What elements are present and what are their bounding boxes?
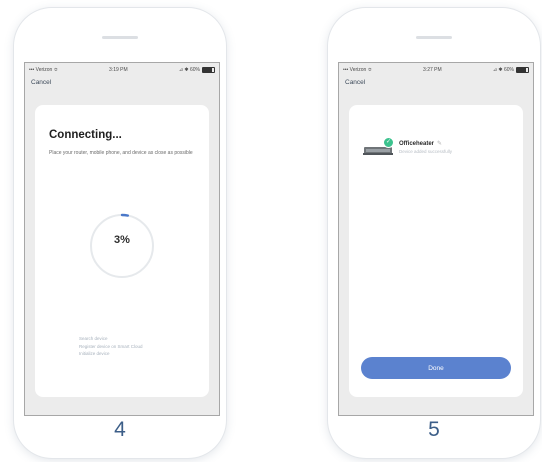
progress-track (90, 214, 154, 278)
edit-icon[interactable]: ✎ (437, 141, 442, 147)
progress-percent: 3% (114, 234, 130, 246)
progress-ring (89, 213, 155, 279)
cancel-button[interactable]: Cancel (345, 79, 365, 86)
phone-screen: ••• Verizon ≎ 3:19 PM ⊿ ✱ 60% Cancel Con… (24, 62, 220, 416)
status-time: 3:27 PM (423, 67, 442, 73)
battery-icon (201, 67, 215, 73)
page-title: Connecting... (49, 129, 122, 141)
status-bar: ••• Verizon ≎ 3:27 PM ⊿ ✱ 60% (343, 65, 529, 75)
phone-frame-step-5: ••• Verizon ≎ 3:27 PM ⊿ ✱ 60% Cancel ✓ O… (328, 8, 540, 458)
step-number: 5 (428, 418, 440, 441)
speaker-grille (416, 36, 452, 39)
step-number: 4 (114, 418, 126, 441)
battery-icon (515, 67, 529, 73)
signal-icon: ••• Verizon ≎ (29, 67, 58, 73)
device-status: Device added successfully (399, 149, 453, 154)
step-item: Initialize device (79, 351, 110, 357)
cancel-button[interactable]: Cancel (31, 79, 51, 86)
carrier-label: ••• Verizon ≎ (29, 67, 58, 73)
device-name-label: Officeheater (399, 141, 435, 147)
battery-label: ⊿ ✱ 60% (178, 67, 200, 73)
status-bar: ••• Verizon ≎ 3:19 PM ⊿ ✱ 60% (29, 65, 215, 75)
step-item: Register device on Smart Cloud (79, 343, 143, 349)
phone-frame-step-4: ••• Verizon ≎ 3:19 PM ⊿ ✱ 60% Cancel Con… (14, 8, 226, 458)
done-button[interactable]: Done (361, 357, 511, 379)
step-item: Search device (79, 336, 108, 341)
check-icon: ✓ (383, 137, 394, 148)
battery-indicator: ⊿ ✱ 60% (493, 67, 529, 73)
device-added-card: ✓ Officeheater ✎ Device added successfull… (349, 105, 523, 397)
signal-icon: ••• Verizon ≎ (343, 67, 372, 73)
connecting-card: Connecting... Place your router, mobile … (35, 105, 209, 397)
battery-indicator: ⊿ ✱ 60% (179, 67, 215, 73)
device-name: Officeheater ✎ (399, 140, 442, 147)
speaker-grille (102, 36, 138, 39)
carrier-label: ••• Verizon ≎ (343, 67, 372, 73)
instruction-text: Place your router, mobile phone, and dev… (49, 150, 193, 156)
device-list-item[interactable]: ✓ Officeheater ✎ Device added successfull… (363, 135, 523, 169)
status-time: 3:19 PM (109, 67, 128, 73)
connection-steps: Search device Register device on Smart C… (79, 335, 143, 358)
phone-screen: ••• Verizon ≎ 3:27 PM ⊿ ✱ 60% Cancel ✓ O… (338, 62, 534, 416)
battery-label: ⊿ ✱ 60% (492, 67, 514, 73)
